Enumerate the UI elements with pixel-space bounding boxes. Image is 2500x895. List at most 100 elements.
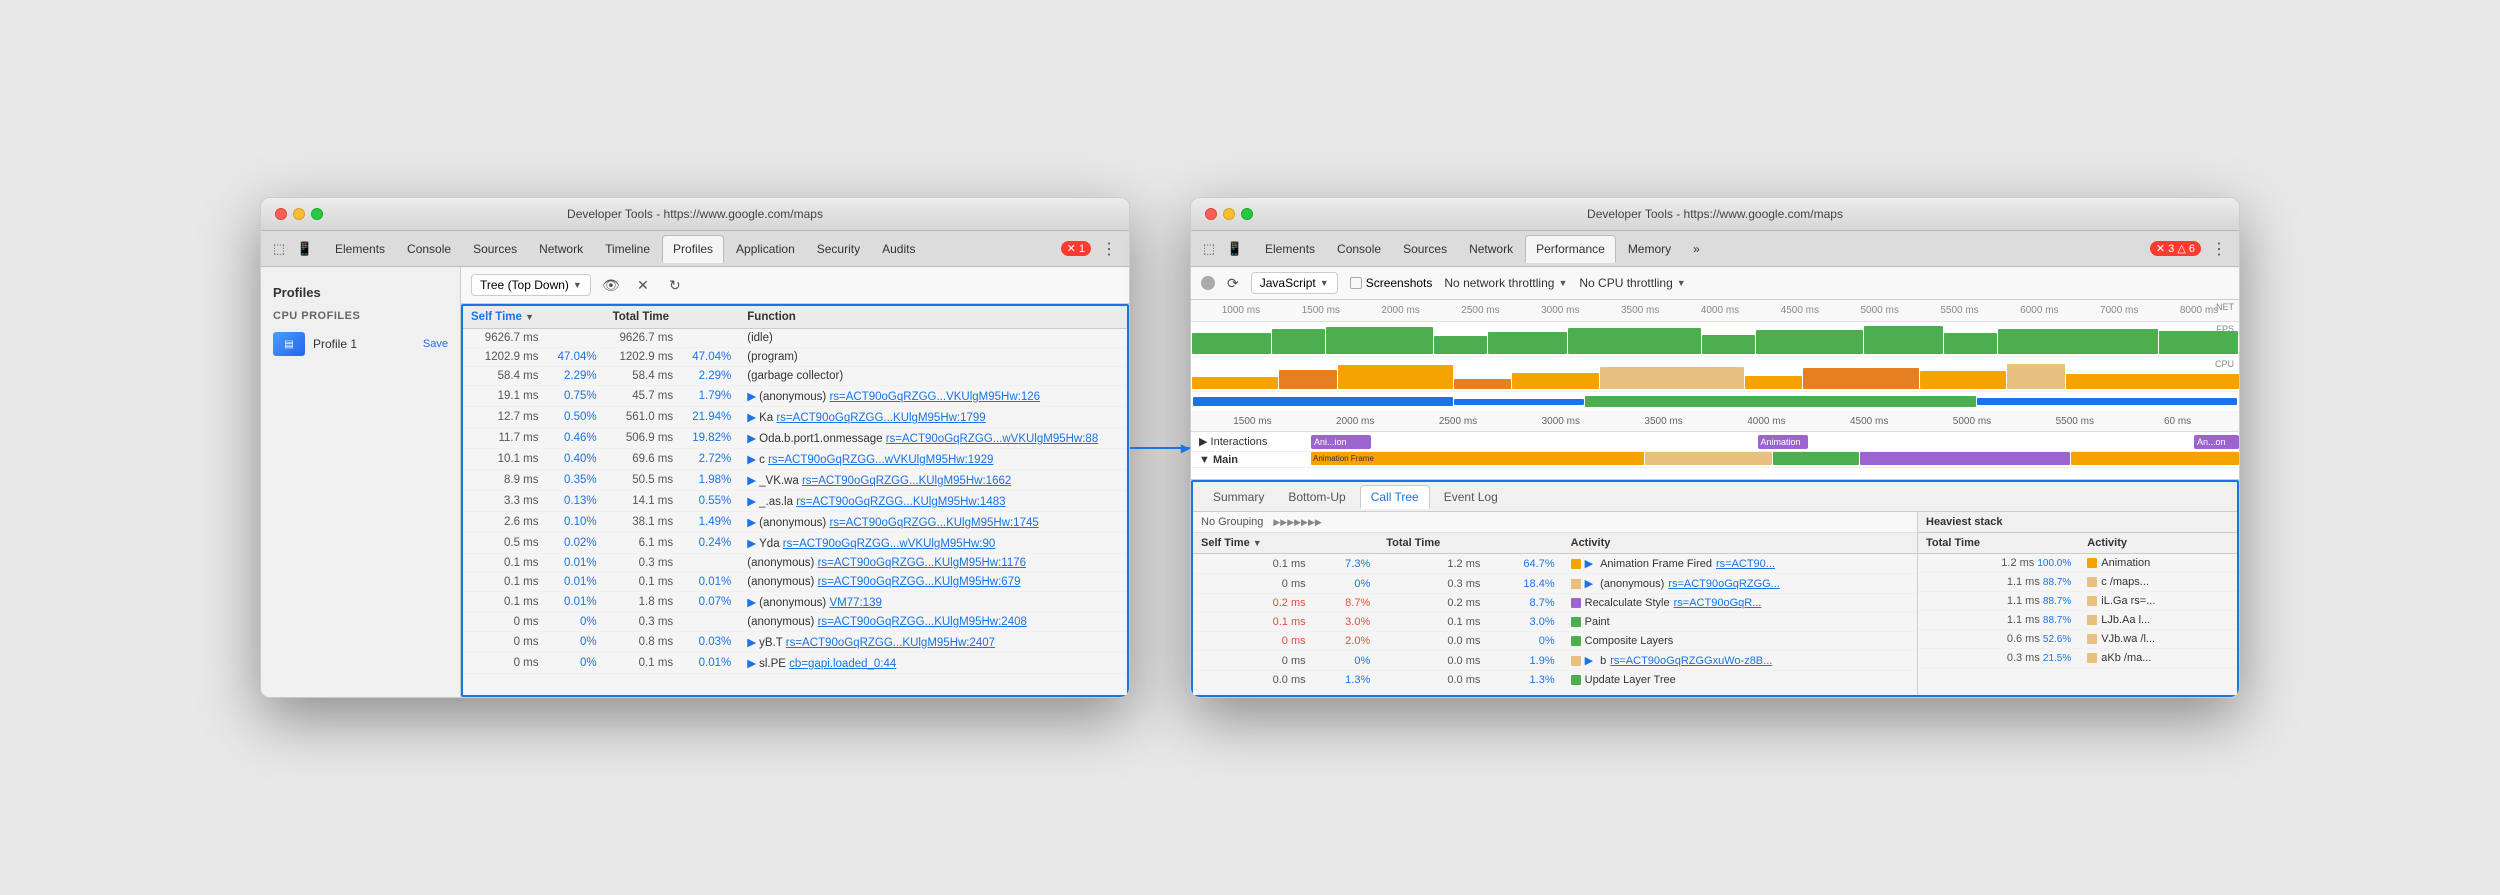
close-button[interactable]	[275, 208, 287, 220]
inspect-icon[interactable]: ⬚	[269, 239, 289, 259]
activity-link[interactable]: rs=ACT90oGqRZGGxuWo-z8B...	[1610, 655, 1772, 667]
tab-event-log[interactable]: Event Log	[1434, 486, 1508, 508]
table-row[interactable]: 1202.9 ms 47.04% 1202.9 ms 47.04% (progr…	[463, 348, 1127, 367]
activity-color-indicator	[1571, 579, 1581, 589]
ct-self-time-header[interactable]: Self Time ▼	[1193, 533, 1314, 554]
table-row[interactable]: 2.6 ms 0.10% 38.1 ms 1.49% ▶(anonymous) …	[463, 512, 1127, 533]
timeline-area: 1000 ms 1500 ms 2000 ms 2500 ms 3000 ms …	[1191, 300, 2239, 480]
table-row[interactable]: 0.1 ms 3.0% 0.1 ms 3.0% Paint	[1193, 613, 1917, 632]
table-row[interactable]: 19.1 ms 0.75% 45.7 ms 1.79% ▶(anonymous)…	[463, 386, 1127, 407]
no-grouping-label: No Grouping	[1201, 516, 1263, 528]
maximize-button[interactable]	[311, 208, 323, 220]
table-row[interactable]: 0 ms 2.0% 0.0 ms 0% Composite Layers	[1193, 632, 1917, 651]
col-self-time-header[interactable]: Self Time ▼	[463, 306, 547, 329]
table-row[interactable]: 0.1 ms 0.01% 1.8 ms 0.07% ▶(anonymous) V…	[463, 592, 1127, 613]
perf-tab-elements[interactable]: Elements	[1255, 236, 1325, 262]
perf-toolbar: ⟳ JavaScript ▼ Screenshots No network th…	[1191, 267, 2239, 300]
table-row[interactable]: 11.7 ms 0.46% 506.9 ms 19.82% ▶Oda.b.por…	[463, 428, 1127, 449]
table-row[interactable]: 0.3 ms 21.5% aKb /ma...	[1918, 649, 2237, 668]
perf-minimize-button[interactable]	[1223, 208, 1235, 220]
table-row[interactable]: 1.2 ms 100.0% Animation	[1918, 554, 2237, 573]
cpu-throttle-select[interactable]: No CPU throttling ▼	[1579, 276, 1685, 290]
table-row[interactable]: 1.1 ms 88.7% c /maps...	[1918, 573, 2237, 592]
tab-call-tree[interactable]: Call Tree	[1360, 485, 1430, 509]
table-row[interactable]: 3.3 ms 0.13% 14.1 ms 0.55% ▶_.as.la rs=A…	[463, 491, 1127, 512]
expand-icon[interactable]: ▶	[1585, 577, 1593, 590]
activity-link[interactable]: rs=ACT90oGqRZGG...	[1668, 578, 1780, 590]
hs-activity-header[interactable]: Activity	[2079, 533, 2237, 554]
profiles-window-title: Developer Tools - https://www.google.com…	[567, 207, 823, 221]
table-row[interactable]: 9626.7 ms 9626.7 ms (idle)	[463, 329, 1127, 348]
table-row[interactable]: 0 ms 0% 0.3 ms 18.4% ▶ (anonymous)	[1193, 574, 1917, 594]
profile-item[interactable]: ▤ Profile 1 Save	[261, 326, 460, 362]
perf-more-menu-button[interactable]: ⋮	[2207, 237, 2231, 261]
tab-console[interactable]: Console	[397, 236, 461, 262]
perf-tab-console[interactable]: Console	[1327, 236, 1391, 262]
save-link[interactable]: Save	[423, 338, 448, 350]
table-row[interactable]: 0.1 ms 0.01% 0.1 ms 0.01% (anonymous) rs…	[463, 573, 1127, 592]
view-select[interactable]: Tree (Top Down) ▼	[471, 274, 591, 296]
tab-elements[interactable]: Elements	[325, 236, 395, 262]
ruler-mark: 3500 ms	[1600, 305, 1680, 316]
perf-tab-performance[interactable]: Performance	[1525, 235, 1616, 263]
perf-tab-network[interactable]: Network	[1459, 236, 1523, 262]
tab-timeline[interactable]: Timeline	[595, 236, 660, 262]
ct-activity-header[interactable]: Activity	[1563, 533, 1917, 554]
reload-button[interactable]: ⟳	[1227, 275, 1239, 292]
table-row[interactable]: 0 ms 0% 0.8 ms 0.03% ▶yB.T rs=ACT90oGqRZ…	[463, 632, 1127, 653]
table-row[interactable]: 0.2 ms 8.7% 0.2 ms 8.7% Recalculate Styl…	[1193, 594, 1917, 613]
perf-tab-memory[interactable]: Memory	[1618, 236, 1681, 262]
perf-device-icon[interactable]: 📱	[1225, 239, 1245, 259]
tab-network[interactable]: Network	[529, 236, 593, 262]
table-row[interactable]: 0.1 ms 7.3% 1.2 ms 64.7% ▶ Animation Fr	[1193, 554, 1917, 574]
table-row[interactable]: 12.7 ms 0.50% 561.0 ms 21.94% ▶Ka rs=ACT…	[463, 407, 1127, 428]
clear-button[interactable]: ✕	[631, 273, 655, 297]
minimize-button[interactable]	[293, 208, 305, 220]
eye-button[interactable]: 👁	[599, 273, 623, 297]
screenshots-checkbox[interactable]	[1350, 277, 1362, 289]
table-row[interactable]: 1.1 ms 88.7% iL.Ga rs=...	[1918, 592, 2237, 611]
screenshots-checkbox-label[interactable]: Screenshots	[1350, 276, 1433, 290]
table-row[interactable]: 0.5 ms 0.02% 6.1 ms 0.24% ▶Yda rs=ACT90o…	[463, 533, 1127, 554]
perf-tab-sources[interactable]: Sources	[1393, 236, 1457, 262]
cpu-label: CPU	[2215, 359, 2234, 369]
perf-tab-more[interactable]: »	[1683, 236, 1710, 262]
perf-close-button[interactable]	[1205, 208, 1217, 220]
profiles-tab-bar: ⬚ 📱 Elements Console Sources Network Tim…	[261, 231, 1129, 267]
activity-name: Paint	[1585, 616, 1610, 628]
tab-summary[interactable]: Summary	[1203, 486, 1274, 508]
table-row[interactable]: 0.0 ms 1.3% 0.0 ms 1.3% Update Layer Tre…	[1193, 671, 1917, 690]
js-select[interactable]: JavaScript ▼	[1251, 272, 1338, 294]
perf-maximize-button[interactable]	[1241, 208, 1253, 220]
expand-icon[interactable]: ▶	[1585, 654, 1593, 667]
table-row[interactable]: 0.6 ms 52.6% VJb.wa /l...	[1918, 630, 2237, 649]
table-row[interactable]: 58.4 ms 2.29% 58.4 ms 2.29% (garbage col…	[463, 367, 1127, 386]
perf-inspect-icon[interactable]: ⬚	[1199, 239, 1219, 259]
table-row[interactable]: 0 ms 0% 0.1 ms 0.01% ▶sl.PE cb=gapi.load…	[463, 653, 1127, 674]
device-icon[interactable]: 📱	[295, 239, 315, 259]
record-button[interactable]	[1201, 276, 1215, 290]
table-row[interactable]: 10.1 ms 0.40% 69.6 ms 2.72% ▶c rs=ACT90o…	[463, 449, 1127, 470]
table-row[interactable]: 0 ms 0% 0.3 ms (anonymous) rs=ACT90oGqRZ…	[463, 613, 1127, 632]
main-flame-chart[interactable]: Animation Frame	[1311, 452, 2239, 467]
hs-total-time-header[interactable]: Total Time	[1918, 533, 2079, 554]
col-total-time-header[interactable]: Total Time	[605, 306, 682, 329]
activity-link[interactable]: rs=ACT90oGqR...	[1674, 597, 1762, 609]
col-function-header[interactable]: Function	[739, 306, 1127, 329]
tab-audits[interactable]: Audits	[872, 236, 925, 262]
table-row[interactable]: 8.9 ms 0.35% 50.5 ms 1.98% ▶_VK.wa rs=AC…	[463, 470, 1127, 491]
table-row[interactable]: 1.1 ms 88.7% LJb.Aa l...	[1918, 611, 2237, 630]
tab-profiles[interactable]: Profiles	[662, 235, 724, 263]
refresh-button[interactable]: ↻	[663, 273, 687, 297]
ct-total-time-header[interactable]: Total Time	[1378, 533, 1488, 554]
tab-bottom-up[interactable]: Bottom-Up	[1278, 486, 1355, 508]
table-row[interactable]: 0.1 ms 0.01% 0.3 ms (anonymous) rs=ACT90…	[463, 554, 1127, 573]
network-throttle-select[interactable]: No network throttling ▼	[1444, 276, 1567, 290]
tab-sources[interactable]: Sources	[463, 236, 527, 262]
activity-link[interactable]: rs=ACT90...	[1716, 558, 1775, 570]
tab-security[interactable]: Security	[807, 236, 870, 262]
table-row[interactable]: 0 ms 0% 0.0 ms 1.9% ▶ b	[1193, 651, 1917, 671]
expand-icon[interactable]: ▶	[1585, 557, 1593, 570]
more-menu-button[interactable]: ⋮	[1097, 237, 1121, 261]
tab-application[interactable]: Application	[726, 236, 805, 262]
